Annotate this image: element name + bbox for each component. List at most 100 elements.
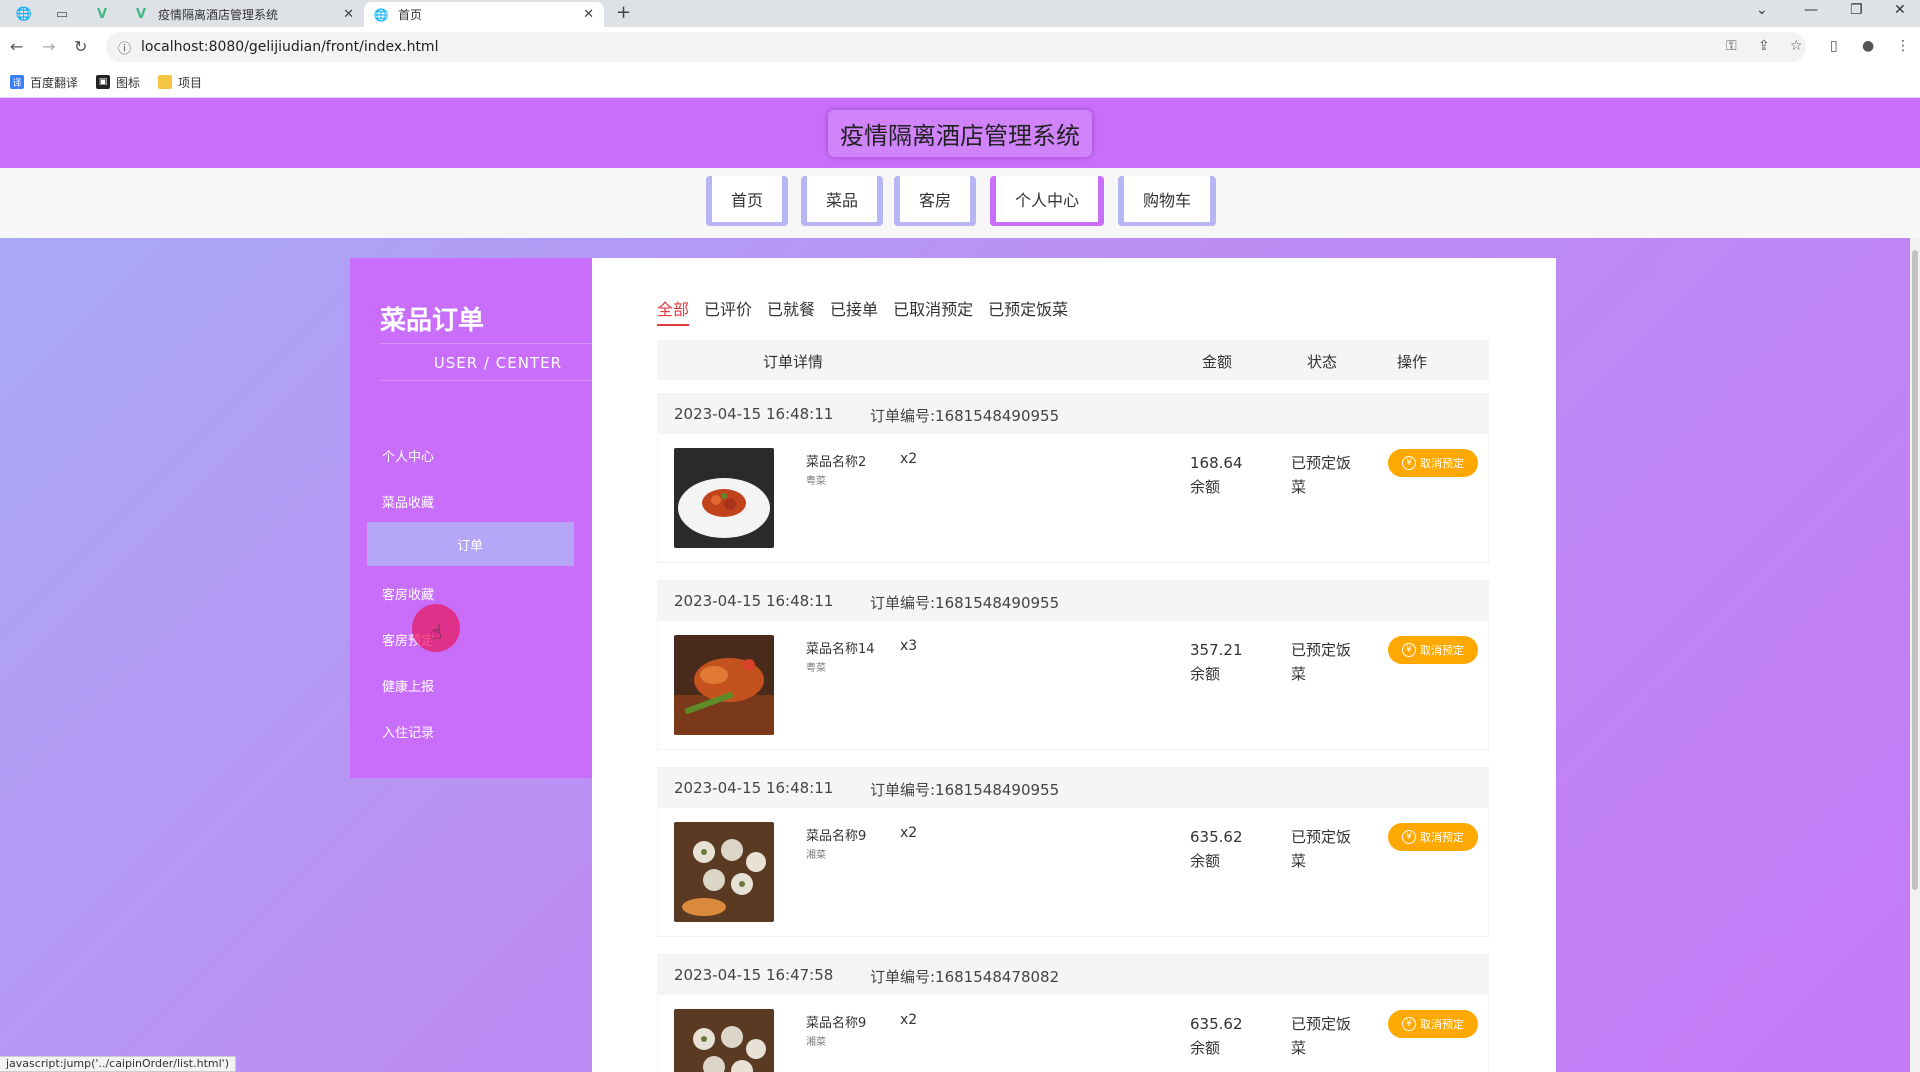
order-card: 2023-04-15 16:48:11 订单编号:1681548490955 菜…: [657, 767, 1489, 937]
bookmark-baidu-translate[interactable]: 译 百度翻译: [10, 74, 78, 91]
dish-image[interactable]: [674, 1009, 774, 1072]
order-time: 2023-04-15 16:48:11: [674, 779, 834, 797]
tab-title: 首页: [398, 8, 423, 22]
filter-tab-booked[interactable]: 已预定饭菜: [988, 296, 1068, 326]
nav-rooms[interactable]: 客房: [894, 176, 976, 226]
sidebar: 菜品订单 USER / CENTER 个人中心 菜品收藏 订单 客房收藏 客房预…: [350, 258, 592, 778]
sidebar-item-room-booking[interactable]: 客房预定: [350, 617, 592, 661]
folder-icon: [158, 75, 173, 89]
sidebar-item-orders[interactable]: 订单: [367, 522, 574, 566]
dish-image[interactable]: [674, 822, 774, 922]
main-nav: 首页 菜品 客房 个人中心 购物车: [0, 168, 1920, 238]
reload-icon[interactable]: ↻: [74, 37, 87, 56]
dish-quantity: x2: [900, 451, 918, 467]
order-status: 已预定饭菜: [1291, 641, 1352, 683]
url-input[interactable]: ⓘ localhost:8080/gelijiudian/front/index…: [106, 32, 1806, 62]
dish-image[interactable]: [674, 635, 774, 735]
back-icon[interactable]: ←: [10, 37, 23, 56]
bookmark-icons[interactable]: ▣ 图标: [96, 74, 140, 91]
forward-icon[interactable]: →: [42, 37, 55, 56]
close-icon[interactable]: ✕: [1894, 2, 1906, 18]
nav-dishes[interactable]: 菜品: [801, 176, 883, 226]
dish-image[interactable]: [674, 448, 774, 548]
dish-name: 菜品名称14: [806, 642, 875, 657]
sidebar-item-dish-favorites[interactable]: 菜品收藏: [350, 479, 592, 523]
yen-icon: ¥: [1402, 643, 1416, 657]
filter-tab-dined[interactable]: 已就餐: [767, 296, 815, 326]
browser-tab-home[interactable]: 🌐 首页 ✕: [364, 2, 604, 27]
filter-tab-cancelled[interactable]: 已取消预定: [893, 296, 973, 326]
chevron-down-icon[interactable]: ⌄: [1756, 2, 1768, 18]
vue-icon: V: [135, 7, 147, 22]
sidebar-item-checkin-records[interactable]: 入住记录: [350, 709, 592, 753]
order-card: 2023-04-15 16:47:58 订单编号:1681548478082 菜…: [657, 954, 1489, 1072]
order-number: 订单编号:1681548490955: [870, 594, 1060, 612]
order-amount: 168.64 余额: [1190, 454, 1243, 496]
profile-icon[interactable]: ●: [1862, 38, 1874, 54]
table-header: 订单详情 金额 状态 操作: [657, 340, 1489, 380]
tab-title: 疫情隔离酒店管理系统: [158, 8, 279, 22]
header-order-details: 订单详情: [763, 353, 824, 371]
hand-cursor-icon: ☝: [430, 620, 443, 644]
page-scrollbar[interactable]: [1910, 238, 1920, 1072]
new-tab-icon[interactable]: +: [616, 2, 631, 23]
order-time: 2023-04-15 16:48:11: [674, 592, 834, 610]
restore-icon[interactable]: ❐: [1850, 2, 1863, 18]
nav-home[interactable]: 首页: [706, 176, 788, 226]
order-amount: 635.62 余额: [1190, 828, 1243, 870]
key-icon[interactable]: ⚿: [1726, 38, 1737, 54]
order-number: 订单编号:1681548490955: [870, 781, 1060, 799]
yen-icon: ¥: [1402, 830, 1416, 844]
order-header: 2023-04-15 16:48:11 订单编号:1681548490955: [658, 768, 1488, 808]
star-icon[interactable]: ☆: [1790, 38, 1803, 54]
order-panel: 全部 已评价 已就餐 已接单 已取消预定 已预定饭菜 订单详情 金额 状态 操作…: [592, 258, 1556, 1072]
cancel-booking-button[interactable]: ¥ 取消预定: [1388, 1010, 1478, 1038]
minimize-icon[interactable]: —: [1804, 2, 1818, 18]
header-amount: 金额: [1202, 353, 1233, 371]
order-card: 2023-04-15 16:48:11 订单编号:1681548490955 菜…: [657, 580, 1489, 750]
cancel-booking-button[interactable]: ¥ 取消预定: [1388, 823, 1478, 851]
dish-category: 湘菜: [806, 1037, 826, 1048]
filter-tab-accepted[interactable]: 已接单: [830, 296, 878, 326]
cancel-booking-button[interactable]: ¥ 取消预定: [1388, 636, 1478, 664]
info-icon[interactable]: ⓘ: [118, 38, 131, 57]
sidebar-item-health-report[interactable]: 健康上报: [350, 663, 592, 707]
dish-category: 粤菜: [806, 476, 826, 487]
yen-icon: ¥: [1402, 1017, 1416, 1031]
blank-tab-icon[interactable]: ▭: [44, 3, 80, 25]
vue-icon[interactable]: V: [84, 3, 120, 25]
sidebar-title: 菜品订单: [380, 306, 485, 336]
bookmark-project[interactable]: 项目: [158, 74, 202, 91]
close-icon[interactable]: ✕: [583, 7, 594, 22]
sidebar-item-room-favorites[interactable]: 客房收藏: [350, 571, 592, 615]
order-header: 2023-04-15 16:47:58 订单编号:1681548478082: [658, 955, 1488, 995]
image-icon: ▣: [96, 75, 111, 89]
order-filter-tabs: 全部 已评价 已就餐 已接单 已取消预定 已预定饭菜: [657, 296, 1083, 326]
yen-icon: ¥: [1402, 456, 1416, 470]
globe-icon[interactable]: 🌐: [6, 3, 42, 25]
sidepanel-icon[interactable]: ▯: [1830, 38, 1838, 54]
browser-tab-bar: 🌐 ▭ V V 疫情隔离酒店管理系统 ✕ 🌐 首页 ✕ + ⌄ — ❐ ✕: [0, 0, 1920, 27]
order-number: 订单编号:1681548478082: [870, 968, 1060, 986]
order-time: 2023-04-15 16:47:58: [674, 966, 834, 984]
filter-tab-reviewed[interactable]: 已评价: [704, 296, 752, 326]
dish-name: 菜品名称9: [806, 1016, 867, 1031]
menu-icon[interactable]: ⋮: [1896, 38, 1910, 54]
header-action: 操作: [1397, 353, 1428, 371]
scrollbar-thumb[interactable]: [1912, 250, 1918, 890]
order-card: 2023-04-15 16:48:11 订单编号:1681548490955 菜…: [657, 393, 1489, 563]
share-icon[interactable]: ⇪: [1758, 38, 1770, 54]
close-icon[interactable]: ✕: [343, 7, 354, 22]
order-header: 2023-04-15 16:48:11 订单编号:1681548490955: [658, 394, 1488, 434]
sidebar-item-user-center[interactable]: 个人中心: [350, 433, 592, 477]
dish-name: 菜品名称2: [806, 455, 867, 470]
order-status: 已预定饭菜: [1291, 1015, 1352, 1057]
filter-tab-all[interactable]: 全部: [657, 296, 690, 326]
nav-cart[interactable]: 购物车: [1118, 176, 1216, 226]
page-viewport: 疫情隔离酒店管理系统 首页 菜品 客房 个人中心 购物车 菜品订单 USER /…: [0, 98, 1920, 1072]
browser-tab-hotel[interactable]: V 疫情隔离酒店管理系统 ✕: [124, 2, 364, 27]
translate-icon: 译: [10, 75, 24, 89]
nav-user-center[interactable]: 个人中心: [990, 176, 1104, 226]
cancel-booking-button[interactable]: ¥ 取消预定: [1388, 449, 1478, 477]
dish-quantity: x2: [900, 825, 918, 841]
